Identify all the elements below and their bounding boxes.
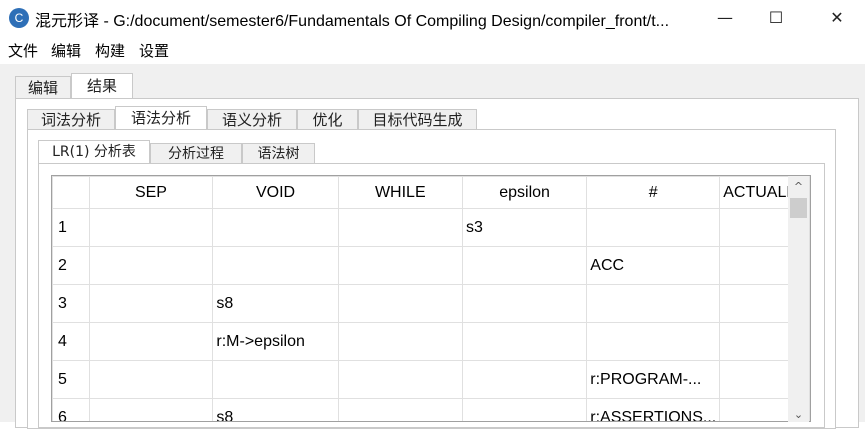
table-cell[interactable] [337,208,463,247]
window-title: 混元形译 - G:/document/semester6/Fundamental… [35,13,670,30]
lr1-table: SEP VOID WHILE epsilon # ACTUALF 1 s3 2 [52,176,810,421]
column-header[interactable]: SEP [88,176,214,209]
tab-parse-process[interactable]: 分析过程 [150,143,242,164]
lr1-table-container: SEP VOID WHILE epsilon # ACTUALF 1 s3 2 [51,175,811,422]
table-cell[interactable] [88,322,214,361]
menu-build[interactable]: 构建 [95,40,125,61]
title-bar: C 混元形译 - G:/document/semester6/Fundament… [0,0,865,36]
table-cell[interactable]: s3 [461,208,588,247]
column-header[interactable]: # [586,176,721,209]
table-cell[interactable]: r:PROGRAM-... [586,360,721,399]
tab-syntax-tree[interactable]: 语法树 [242,143,315,164]
app-logo-icon: C [9,8,29,28]
menu-file[interactable]: 文件 [8,40,38,61]
table-cell[interactable] [88,360,214,399]
menu-bar: 文件 编辑 构建 设置 [0,36,865,64]
vertical-scrollbar[interactable]: ^ ⌄ [788,176,809,422]
table-cell[interactable] [586,208,721,247]
scroll-up-icon[interactable]: ^ [788,180,809,194]
row-header[interactable]: 1 [52,208,90,247]
table-cell[interactable] [88,246,214,285]
minimize-button[interactable]: — [697,0,753,36]
table-cell[interactable] [461,246,588,285]
table-cell[interactable] [212,246,339,285]
table-cell[interactable] [586,322,721,361]
table-cell[interactable] [88,208,214,247]
table-corner[interactable] [52,176,90,209]
table-cell[interactable] [586,284,721,323]
table-row: 6 s8 r:ASSERTIONS... [52,398,810,421]
table-cell[interactable]: r:M->epsilon [212,322,339,361]
table-cell[interactable] [461,398,588,421]
maximize-button[interactable]: ☐ [748,0,804,36]
table-cell[interactable]: s8 [212,398,339,421]
table-header-row: SEP VOID WHILE epsilon # ACTUALF [52,176,810,209]
tab-lr1-table[interactable]: LR(1) 分析表 [38,140,150,164]
close-button[interactable]: ✕ [809,0,865,36]
table-cell[interactable] [88,398,214,421]
row-header[interactable]: 2 [52,246,90,285]
tab-lexical-analysis[interactable]: 词法分析 [27,109,115,130]
row-header[interactable]: 4 [52,322,90,361]
table-row: 4 r:M->epsilon [52,322,810,361]
table-cell[interactable] [461,322,588,361]
table-cell[interactable] [88,284,214,323]
table-row: 5 r:PROGRAM-... [52,360,810,399]
column-header[interactable]: WHILE [337,176,463,209]
row-header[interactable]: 5 [52,360,90,399]
scrollbar-thumb[interactable] [790,198,807,218]
menu-edit[interactable]: 编辑 [51,40,81,61]
scroll-down-icon[interactable]: ⌄ [788,408,809,422]
tab-optimization[interactable]: 优化 [297,109,358,130]
table-cell[interactable] [337,360,463,399]
table-cell[interactable] [337,246,463,285]
column-header[interactable]: VOID [212,176,339,209]
table-row: 1 s3 [52,208,810,247]
table-cell[interactable]: s8 [212,284,339,323]
tab-edit[interactable]: 编辑 [15,76,71,99]
tab-syntax-analysis[interactable]: 语法分析 [115,106,207,130]
table-cell[interactable] [337,322,463,361]
table-cell[interactable] [461,284,588,323]
table-cell[interactable]: ACC [586,246,721,285]
table-row: 2 ACC [52,246,810,285]
table-cell[interactable] [337,284,463,323]
row-header[interactable]: 3 [52,284,90,323]
table-cell[interactable] [212,360,339,399]
tab-target-code-generation[interactable]: 目标代码生成 [358,109,477,130]
tab-semantic-analysis[interactable]: 语义分析 [207,109,297,130]
table-cell[interactable] [337,398,463,421]
table-cell[interactable] [212,208,339,247]
row-header[interactable]: 6 [52,398,90,421]
table-cell[interactable]: r:ASSERTIONS... [586,398,721,421]
column-header[interactable]: epsilon [461,176,588,209]
tab-result[interactable]: 结果 [71,73,133,99]
table-cell[interactable] [461,360,588,399]
menu-settings[interactable]: 设置 [139,40,169,61]
table-row: 3 s8 [52,284,810,323]
